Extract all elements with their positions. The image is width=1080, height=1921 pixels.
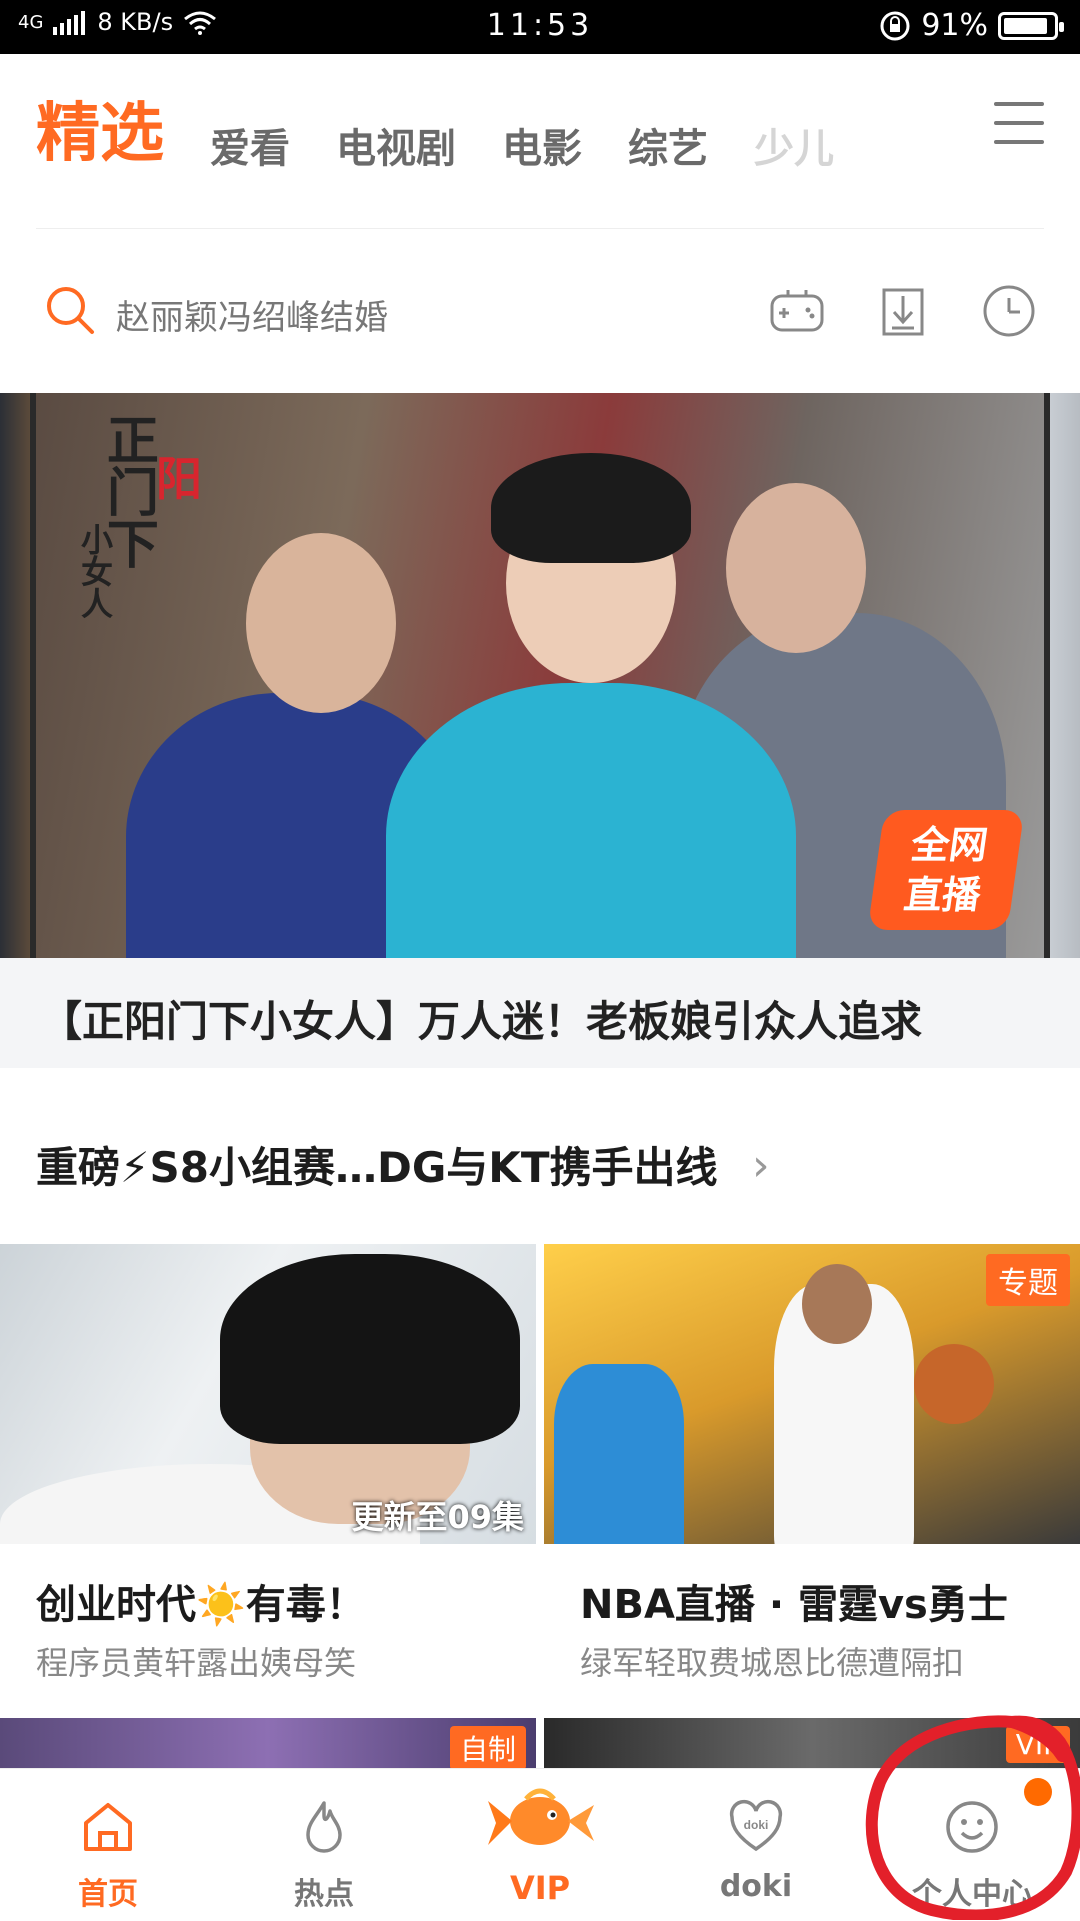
- download-icon[interactable]: [874, 282, 932, 340]
- nav-vip-label: VIP: [509, 1869, 571, 1907]
- banner-subtitle: 小女人: [76, 523, 114, 619]
- smiley-icon: [946, 1801, 998, 1853]
- vip-fish-icon: [488, 1788, 594, 1845]
- bottom-nav: 首页 热点 VIP doki doki 个人中心: [0, 1768, 1080, 1920]
- home-icon: [84, 1803, 132, 1851]
- status-right: 91%: [879, 8, 1064, 43]
- tab-variety[interactable]: 综艺: [628, 116, 708, 174]
- nav-home[interactable]: 首页: [0, 1769, 216, 1921]
- chevron-right-icon[interactable]: ›: [752, 1140, 770, 1191]
- section-title[interactable]: 重磅⚡S8小组赛…DG与KT携手出线: [36, 1134, 718, 1195]
- status-bar: 4G 8 KB/s 11:53 91%: [0, 0, 1080, 54]
- thumbnail-player-head: [802, 1264, 872, 1344]
- banner-accent: 阳: [156, 452, 202, 506]
- tab-featured[interactable]: 精选: [36, 82, 164, 174]
- top-nav: 精选 爱看 电视剧 电影 综艺 少儿: [0, 54, 1080, 194]
- notification-dot: [1024, 1778, 1052, 1806]
- battery-text: 91%: [921, 8, 988, 43]
- battery-icon: [998, 11, 1064, 40]
- nav-hot[interactable]: 热点: [216, 1769, 432, 1921]
- banner-caption: 【正阳门下小女人】万人迷！老板娘引众人追求: [40, 997, 923, 1046]
- banner-next-peek[interactable]: [1050, 393, 1080, 958]
- figure-center-hair: [491, 453, 691, 563]
- nav-doki-label: doki: [719, 1869, 793, 1904]
- thumbnail-player-blue: [554, 1364, 684, 1544]
- tab-watch[interactable]: 爱看: [210, 116, 290, 174]
- nav-profile-label: 个人中心: [912, 1877, 1032, 1912]
- card-title: NBA直播 · 雷霆vs勇士: [580, 1582, 1008, 1628]
- search-icon[interactable]: [44, 284, 96, 336]
- history-icon[interactable]: [980, 282, 1038, 340]
- figure-right-head: [726, 483, 866, 653]
- thumbnail-hair: [220, 1254, 520, 1444]
- battery-fill: [1004, 17, 1048, 34]
- video-card-peek[interactable]: 自制: [0, 1718, 536, 1768]
- nav-home-label: 首页: [78, 1877, 138, 1912]
- figure-left-head: [246, 533, 396, 713]
- video-card-peek[interactable]: VIP: [544, 1718, 1080, 1768]
- live-badge: 全网 直播: [867, 810, 1025, 930]
- search-row: 赵丽颖冯绍峰结婚: [0, 264, 1080, 356]
- flame-icon: [306, 1801, 342, 1853]
- episode-update-label: 更新至09集: [351, 1498, 524, 1536]
- gamepad-icon[interactable]: [768, 282, 826, 340]
- figure-center: [386, 683, 796, 958]
- svg-text:doki: doki: [744, 1818, 769, 1832]
- nav-vip[interactable]: VIP: [432, 1769, 648, 1921]
- rotation-lock-icon: [880, 11, 910, 40]
- card-thumbnail[interactable]: 更新至09集: [0, 1244, 536, 1544]
- card-title: 创业时代☀️有毒！: [36, 1582, 366, 1628]
- divider: [36, 228, 1044, 229]
- banner-caption-bar[interactable]: 【正阳门下小女人】万人迷！老板娘引众人追求: [0, 958, 1080, 1068]
- basketball-icon: [914, 1344, 994, 1424]
- video-card[interactable]: 更新至09集 创业时代☀️有毒！ 程序员黄轩露出姨母笑: [0, 1244, 536, 1684]
- search-input[interactable]: 赵丽颖冯绍峰结婚: [116, 290, 388, 339]
- vip-tag: VIP: [1005, 1726, 1070, 1763]
- menu-icon[interactable]: [994, 102, 1044, 144]
- banner-carousel[interactable]: 正门下 阳 小女人 全网 直播: [0, 393, 1080, 958]
- nav-hot-label: 热点: [294, 1877, 354, 1912]
- card-subtitle: 程序员黄轩露出姨母笑: [36, 1644, 357, 1682]
- banner-prev-peek[interactable]: [0, 393, 30, 958]
- card-thumbnail[interactable]: 专题: [544, 1244, 1080, 1544]
- tab-tv[interactable]: 电视剧: [336, 116, 456, 174]
- category-tabs: 精选 爱看 电视剧 电影 综艺 少儿: [36, 84, 834, 174]
- banner-image[interactable]: 正门下 阳 小女人 全网 直播: [36, 393, 1044, 958]
- nav-doki[interactable]: doki doki: [648, 1769, 864, 1921]
- tab-kids[interactable]: 少儿: [754, 116, 834, 174]
- tab-movie[interactable]: 电影: [502, 116, 582, 174]
- topic-tag: 专题: [986, 1254, 1070, 1306]
- doki-heart-icon: doki: [729, 1799, 783, 1852]
- video-card[interactable]: 专题 NBA直播 · 雷霆vs勇士 绿军轻取费城恩比德遭隔扣: [544, 1244, 1080, 1684]
- original-tag: 自制: [449, 1726, 526, 1768]
- card-subtitle: 绿军轻取费城恩比德遭隔扣: [580, 1644, 965, 1682]
